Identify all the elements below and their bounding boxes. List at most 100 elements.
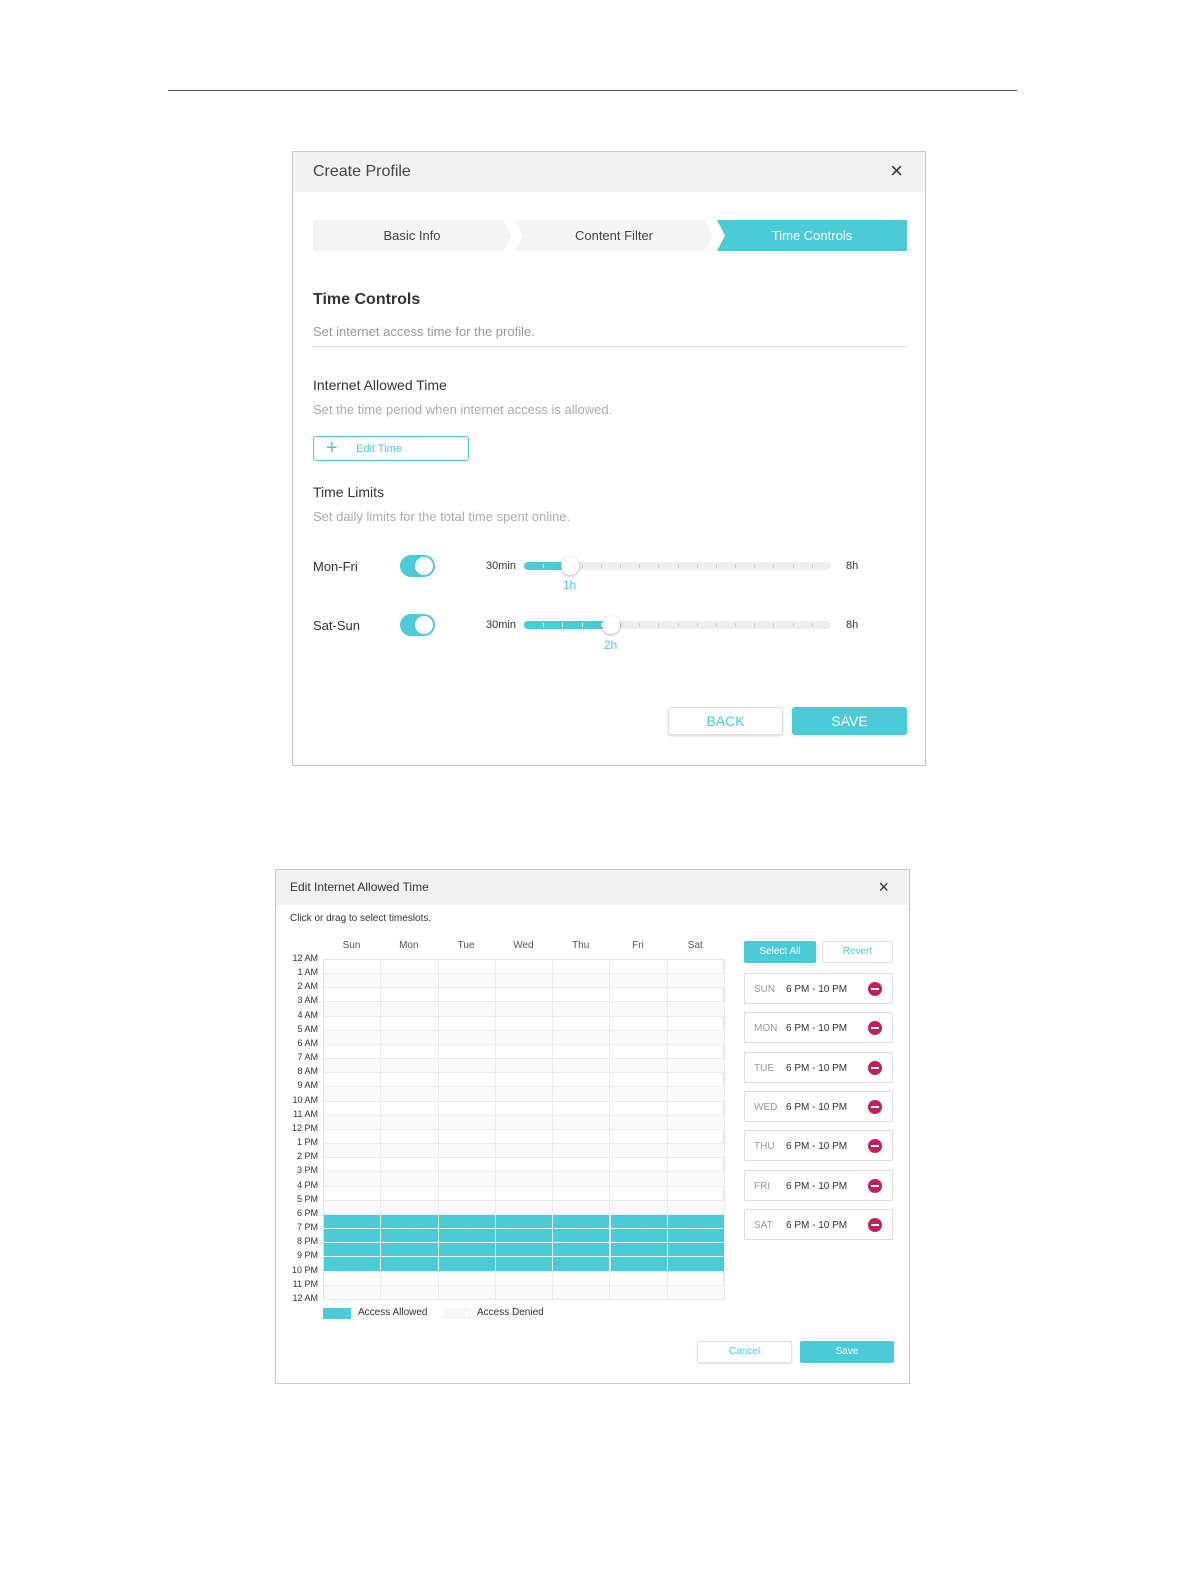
timeslot-cell[interactable] <box>610 1214 668 1230</box>
save-button[interactable]: Save <box>800 1341 894 1363</box>
timeslot-cell[interactable] <box>381 1016 439 1031</box>
timeslot-cell[interactable] <box>667 1243 726 1258</box>
timeslot-cell[interactable] <box>495 1172 554 1187</box>
timeslot-cell[interactable] <box>324 960 382 975</box>
timeslot-cell[interactable] <box>495 1200 554 1215</box>
timeslot-cell[interactable] <box>553 1158 611 1173</box>
timeslot-cell[interactable] <box>495 1271 554 1286</box>
timeslot-cell[interactable] <box>610 960 668 975</box>
cancel-button[interactable]: Cancel <box>697 1341 792 1363</box>
timeslot-cell[interactable] <box>324 1129 382 1145</box>
timeslot-cell[interactable] <box>438 1087 496 1102</box>
timeslot-cell[interactable] <box>610 1243 668 1258</box>
timeslot-cell[interactable] <box>610 1115 668 1130</box>
timeslot-cell[interactable] <box>667 1087 726 1102</box>
timeslot-cell[interactable] <box>438 1144 496 1159</box>
timeslot-cell[interactable] <box>610 1030 668 1045</box>
timeslot-cell[interactable] <box>438 960 496 975</box>
timeslot-cell[interactable] <box>381 1002 439 1017</box>
timeslot-cell[interactable] <box>495 1144 554 1159</box>
timeslot-cell[interactable] <box>667 988 726 1003</box>
timeslot-cell[interactable] <box>324 1214 382 1230</box>
timeslot-cell[interactable] <box>381 1257 439 1272</box>
slider-thumb[interactable] <box>601 616 620 634</box>
timeslot-cell[interactable] <box>438 988 496 1003</box>
timeslot-cell[interactable] <box>324 1229 382 1244</box>
timeslot-cell[interactable] <box>324 1002 382 1017</box>
timeslot-cell[interactable] <box>381 1129 439 1145</box>
timeslot-cell[interactable] <box>667 1059 726 1074</box>
timeslot-cell[interactable] <box>610 1200 668 1215</box>
timeslot-cell[interactable] <box>495 1044 554 1060</box>
remove-icon[interactable] <box>868 1060 882 1075</box>
timeslot-cell[interactable] <box>610 1002 668 1017</box>
timeslot-cell[interactable] <box>495 1214 554 1230</box>
timeslot-cell[interactable] <box>438 1129 496 1145</box>
timeslot-cell[interactable] <box>381 1285 439 1300</box>
timeslot-cell[interactable] <box>553 1101 611 1116</box>
timeslot-cell[interactable] <box>324 1101 382 1116</box>
timeslot-cell[interactable] <box>324 1044 382 1060</box>
timeslot-cell[interactable] <box>495 960 554 975</box>
timeslot-cell[interactable] <box>610 1285 668 1300</box>
timeslot-cell[interactable] <box>495 1030 554 1045</box>
timeslot-cell[interactable] <box>553 1172 611 1187</box>
timeslot-cell[interactable] <box>381 1158 439 1173</box>
timeslot-cell[interactable] <box>438 1016 496 1031</box>
step-content-filter[interactable]: Content Filter <box>515 220 713 251</box>
timeslot-cell[interactable] <box>381 1271 439 1286</box>
timeslot-cell[interactable] <box>495 1059 554 1074</box>
timeslot-cell[interactable] <box>610 1016 668 1031</box>
timeslot-cell[interactable] <box>495 1129 554 1145</box>
edit-time-button[interactable]: + Edit Time <box>313 436 469 461</box>
timeslot-cell[interactable] <box>324 1144 382 1159</box>
timeslot-cell[interactable] <box>667 1073 726 1088</box>
day-header-thu[interactable]: Thu <box>552 940 609 951</box>
timeslot-cell[interactable] <box>667 1200 726 1215</box>
timeslot-cell[interactable] <box>381 1200 439 1215</box>
timeslot-cell[interactable] <box>324 1087 382 1102</box>
timeslot-cell[interactable] <box>610 1229 668 1244</box>
timeslot-cell[interactable] <box>495 974 554 989</box>
timeslot-cell[interactable] <box>553 960 611 975</box>
timeslot-cell[interactable] <box>553 1257 611 1272</box>
slider-mon-fri[interactable] <box>524 557 831 575</box>
timeslot-cell[interactable] <box>324 1200 382 1215</box>
timeslot-cell[interactable] <box>438 1200 496 1215</box>
timeslot-cell[interactable] <box>324 1115 382 1130</box>
timeslot-cell[interactable] <box>438 1243 496 1258</box>
timeslot-cell[interactable] <box>553 1243 611 1258</box>
timeslot-cell[interactable] <box>438 1229 496 1244</box>
timeslot-cell[interactable] <box>553 1144 611 1159</box>
timeslot-cell[interactable] <box>667 1271 726 1286</box>
timeslot-cell[interactable] <box>324 1172 382 1187</box>
timeslot-cell[interactable] <box>438 1101 496 1116</box>
slider-sat-sun[interactable] <box>524 616 831 634</box>
remove-icon[interactable] <box>868 982 882 996</box>
timeslot-cell[interactable] <box>667 1115 726 1130</box>
timeslot-cell[interactable] <box>324 1030 382 1045</box>
timeslot-cell[interactable] <box>610 1158 668 1173</box>
timeslot-cell[interactable] <box>667 1129 726 1145</box>
timeslot-cell[interactable] <box>438 1044 496 1060</box>
timeslot-cell[interactable] <box>667 1002 726 1017</box>
timeslot-cell[interactable] <box>667 1101 726 1116</box>
close-icon[interactable]: × <box>878 878 889 896</box>
remove-icon[interactable] <box>868 1099 882 1114</box>
timeslot-cell[interactable] <box>553 974 611 989</box>
timeslot-cell[interactable] <box>495 1073 554 1088</box>
timeslot-cell[interactable] <box>381 1229 439 1244</box>
timeslot-cell[interactable] <box>667 1016 726 1031</box>
timeslot-cell[interactable] <box>553 1030 611 1045</box>
timeslot-cell[interactable] <box>553 1087 611 1102</box>
timeslot-cell[interactable] <box>667 1044 726 1060</box>
timeslot-cell[interactable] <box>438 1158 496 1173</box>
timeslot-cell[interactable] <box>381 1101 439 1116</box>
timeslot-cell[interactable] <box>324 1059 382 1074</box>
timeslot-cell[interactable] <box>667 1172 726 1187</box>
timeslot-cell[interactable] <box>438 1186 496 1201</box>
timeslot-cell[interactable] <box>553 1002 611 1017</box>
timeslot-cell[interactable] <box>667 1285 726 1300</box>
timeslot-cell[interactable] <box>553 1016 611 1031</box>
toggle-sat-sun[interactable] <box>400 614 435 636</box>
